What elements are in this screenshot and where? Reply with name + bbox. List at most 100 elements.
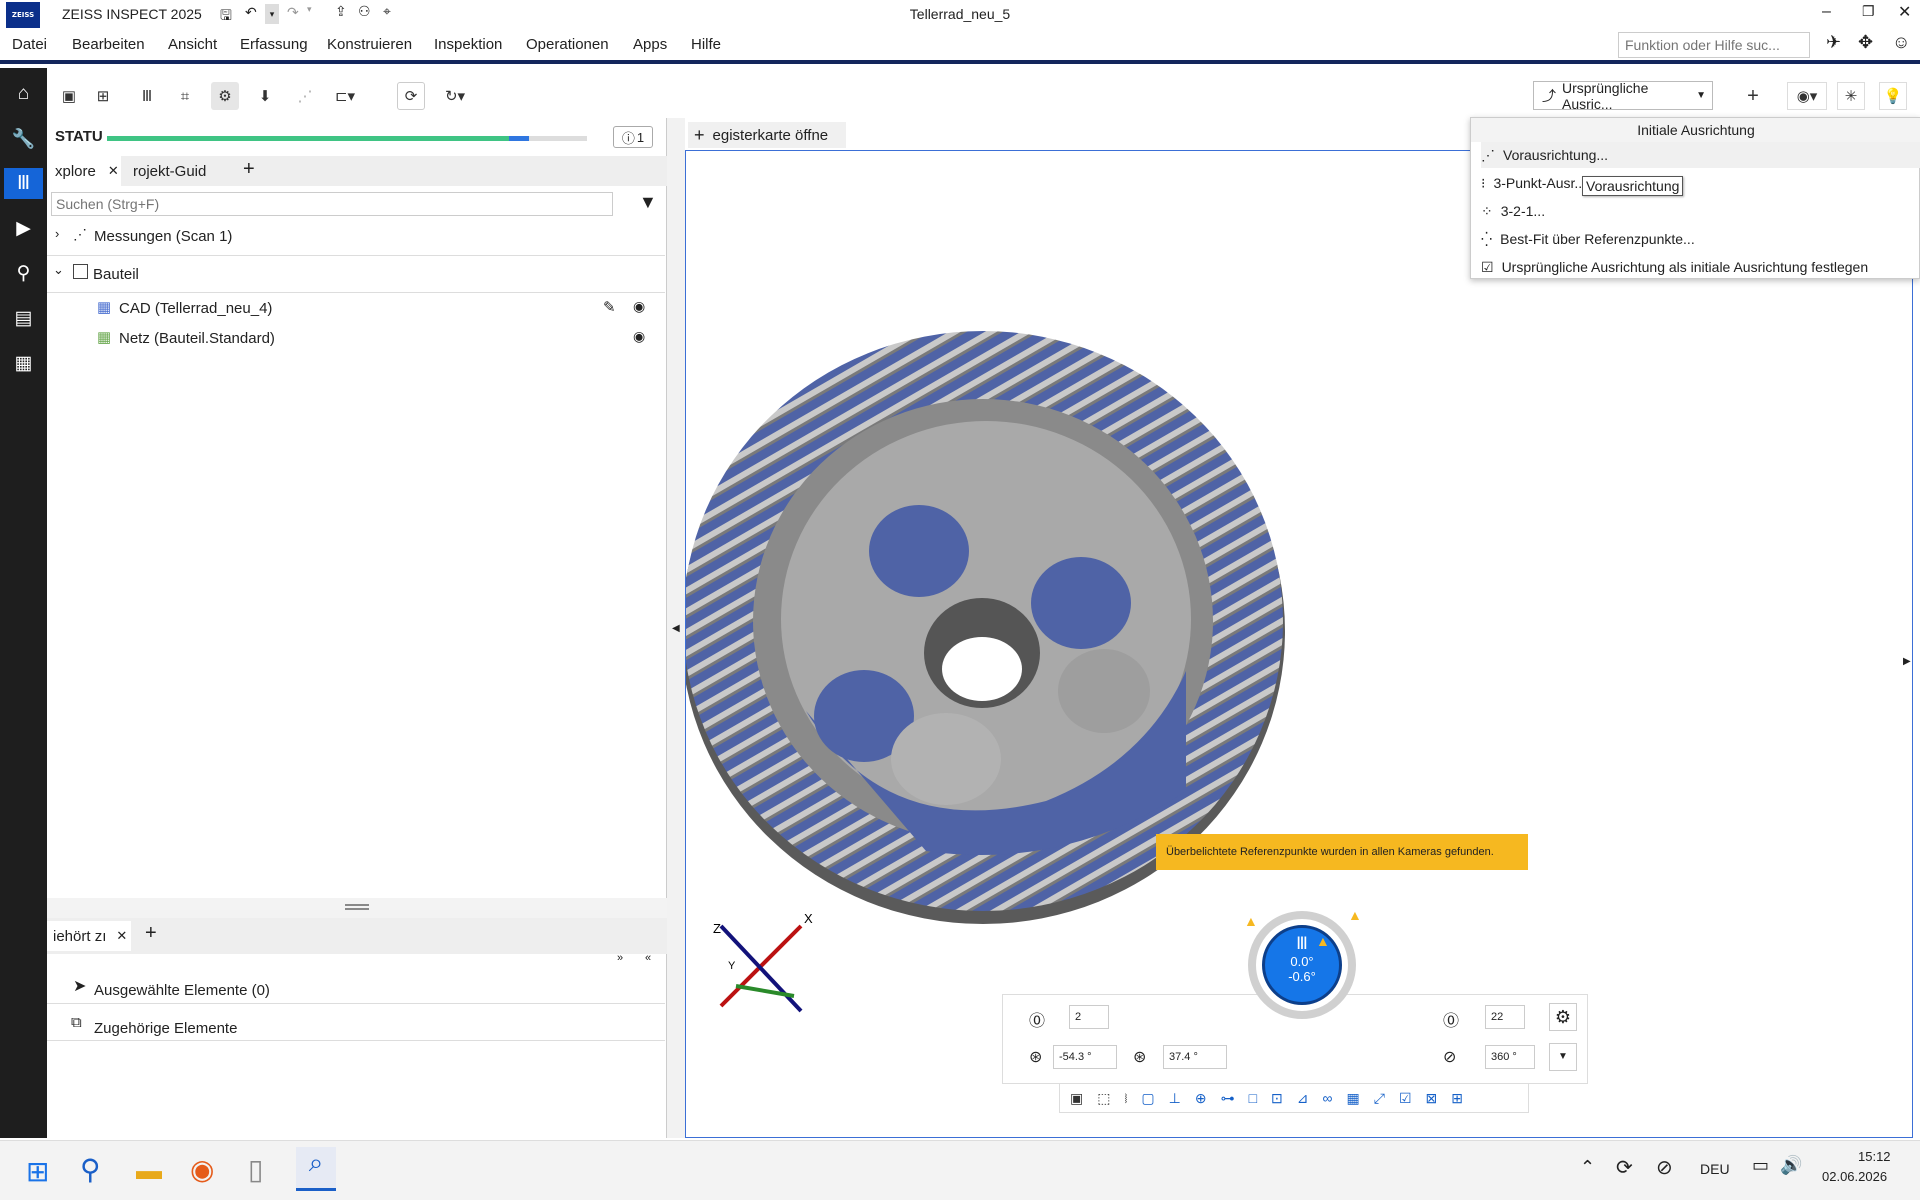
menu-item-set-initial[interactable]: ☑ Ursprüngliche Ausrichtung als initiale …	[1481, 254, 1868, 280]
zeiss-inspect-taskbar-icon[interactable]: ⌕	[296, 1147, 336, 1191]
menu-konstruieren[interactable]: Konstruieren	[327, 36, 412, 53]
collapse-right-icon[interactable]: ▶	[1903, 656, 1911, 667]
right-count-stepper[interactable]: 22	[1485, 1005, 1525, 1029]
3d-viewport[interactable]: X Z Y Überbelichtete Referenzpunkte wurd…	[685, 150, 1913, 1138]
left-count-stepper[interactable]: 2	[1069, 1005, 1109, 1029]
tree-item-mesh[interactable]: Netz (Bauteil.Standard)	[119, 330, 275, 347]
step-angle-field[interactable]: 37.4 °	[1163, 1045, 1227, 1069]
splitter[interactable]	[47, 898, 667, 918]
panel-splitter[interactable]: ◀	[667, 118, 685, 1138]
report-icon[interactable]: ▤	[8, 303, 39, 334]
menu-item-3-point[interactable]: ⁝ 3-Punkt-Ausr...	[1481, 170, 1586, 196]
tree-item-measurements[interactable]: Messungen (Scan 1)	[94, 228, 232, 245]
grid-icon[interactable]: ▦	[1347, 1090, 1360, 1107]
transform-icon[interactable]: ⬇	[251, 82, 279, 110]
menu-operationen[interactable]: Operationen	[526, 36, 609, 53]
fit-icon[interactable]: ⊡	[1271, 1090, 1283, 1107]
menu-item-3-2-1[interactable]: ⁘ 3-2-1...	[1481, 198, 1545, 224]
align-center-icon[interactable]: ⊕	[1195, 1090, 1207, 1107]
current-position-marker-icon[interactable]: ▲	[1316, 933, 1330, 949]
related-elements[interactable]: Zugehörige Elemente	[94, 1020, 237, 1037]
view-icon[interactable]: ◉▾	[1787, 82, 1827, 110]
range-field[interactable]: 360 °	[1485, 1045, 1535, 1069]
zoom-icon[interactable]: ⊠	[1426, 1090, 1438, 1107]
clock-time[interactable]: 15:12	[1858, 1149, 1891, 1164]
camera-icon[interactable]: ▶	[8, 213, 39, 244]
star-icon[interactable]: ✳	[1837, 82, 1865, 110]
add-alignment-icon[interactable]: +	[1739, 82, 1767, 110]
mirror-icon[interactable]: ⧘	[1124, 1090, 1127, 1107]
splitter-handle-icon[interactable]	[345, 904, 369, 910]
file-explorer-icon[interactable]: ▬	[136, 1155, 162, 1186]
function-search-input[interactable]	[1618, 32, 1810, 58]
collapse-left-icon[interactable]: ◀	[672, 623, 680, 634]
expand-arrow-icon[interactable]: ›	[55, 226, 59, 241]
menu-bearbeiten[interactable]: Bearbeiten	[72, 36, 145, 53]
menu-erfassung[interactable]: Erfassung	[240, 36, 308, 53]
visibility-eye-icon[interactable]: ◉	[633, 298, 645, 315]
explorer-search-input[interactable]	[51, 192, 613, 216]
network-off-icon[interactable]: ⊘	[1656, 1155, 1673, 1180]
visibility-eye-icon[interactable]: ◉	[633, 328, 645, 345]
scan-bars-icon[interactable]: Ⅲ	[133, 82, 161, 110]
frame-icon[interactable]: ▢	[1141, 1090, 1154, 1107]
language-indicator[interactable]: DEU	[1700, 1161, 1730, 1177]
menu-ansicht[interactable]: Ansicht	[168, 36, 217, 53]
tab-explorer[interactable]: xplore ✕	[47, 156, 121, 186]
box-select-icon[interactable]: ⬚	[1097, 1090, 1110, 1107]
document-icon[interactable]: ▯	[248, 1153, 263, 1186]
windows-start-icon[interactable]: ⊞	[26, 1155, 49, 1188]
menu-apps[interactable]: Apps	[633, 36, 667, 53]
display-icon[interactable]: ▭	[1752, 1155, 1769, 1176]
filter-icon[interactable]: ▼	[639, 192, 657, 213]
add-tab-icon[interactable]: +	[145, 922, 157, 945]
select-icon[interactable]: ⊏▾	[331, 82, 359, 110]
crop-icon[interactable]: ⌗	[171, 82, 199, 110]
sync-icon[interactable]: ⟳	[1616, 1155, 1633, 1180]
sensor-icon[interactable]: ⚙	[211, 82, 239, 110]
menu-item-best-fit[interactable]: ⁛ Best-Fit über Referenzpunkte...	[1481, 226, 1695, 252]
tree-item-part[interactable]: Bauteil	[93, 266, 139, 283]
add-element-icon[interactable]: ⊞	[89, 82, 117, 110]
wrench-icon[interactable]: 🔧	[8, 123, 39, 154]
alignment-dropdown[interactable]: ⤴ Ursprüngliche Ausric... ▼	[1533, 80, 1713, 112]
restore-icon[interactable]: ❐	[1862, 3, 1875, 20]
puzzle-icon[interactable]: ✥	[1858, 32, 1873, 53]
link-icon[interactable]: ⊶	[1221, 1090, 1235, 1107]
selected-elements[interactable]: Ausgewählte Elemente (0)	[94, 982, 270, 999]
redo-action-icon[interactable]: ↻▾	[441, 82, 469, 110]
left-limit-marker-icon[interactable]: ▲	[1244, 913, 1258, 929]
refresh-icon[interactable]: ⟳	[397, 82, 425, 110]
collapse-all-icon[interactable]: »	[617, 952, 623, 964]
check-icon[interactable]: ☑	[1399, 1090, 1412, 1107]
points-icon[interactable]: ⋰	[291, 82, 319, 110]
measure-icon[interactable]: ⊿	[1297, 1090, 1309, 1107]
align-top-icon[interactable]: ⊥	[1169, 1090, 1181, 1107]
minimize-icon[interactable]: –	[1822, 3, 1831, 21]
start-angle-field[interactable]: -54.3 °	[1053, 1045, 1117, 1069]
firefox-icon[interactable]: ◉	[190, 1153, 214, 1186]
layout-grid-icon[interactable]: ⊞	[1451, 1090, 1463, 1107]
3d-view-icon[interactable]: ▣	[1070, 1090, 1083, 1107]
tree-item-cad[interactable]: CAD (Tellerrad_neu_4)	[119, 300, 272, 317]
tab-project-guide[interactable]: rojekt-Guid	[133, 163, 206, 180]
tab-related[interactable]: iehört zı ✕	[47, 921, 131, 951]
close-tab-icon[interactable]: ✕	[116, 928, 127, 944]
search-icon[interactable]: ⚲	[80, 1153, 101, 1186]
menu-inspektion[interactable]: Inspektion	[434, 36, 502, 53]
square-icon[interactable]: □	[1249, 1090, 1257, 1106]
volume-icon[interactable]: 🔊	[1780, 1155, 1802, 1176]
collapse-arrow-icon[interactable]: ⌄	[53, 262, 64, 278]
close-tab-icon[interactable]: ✕	[108, 163, 119, 179]
turntable-dial[interactable]: Ⅲ 0.0° -0.6°	[1248, 911, 1356, 1019]
chain-icon[interactable]: ∞	[1323, 1090, 1333, 1106]
user-icon[interactable]: ☺	[1892, 32, 1910, 53]
menu-item-prealignment[interactable]: ⋰ Vorausrichtung...	[1481, 142, 1920, 168]
more-dropdown-icon[interactable]: ▼	[1549, 1043, 1577, 1071]
menu-datei[interactable]: Datei	[12, 36, 47, 53]
open-tab-button[interactable]: + egisterkarte öffne	[688, 122, 846, 148]
add-tab-icon[interactable]: +	[243, 158, 255, 181]
light-icon[interactable]: 💡	[1879, 82, 1907, 110]
edit-pencil-icon[interactable]: ✎	[603, 298, 616, 316]
menu-hilfe[interactable]: Hilfe	[691, 36, 721, 53]
